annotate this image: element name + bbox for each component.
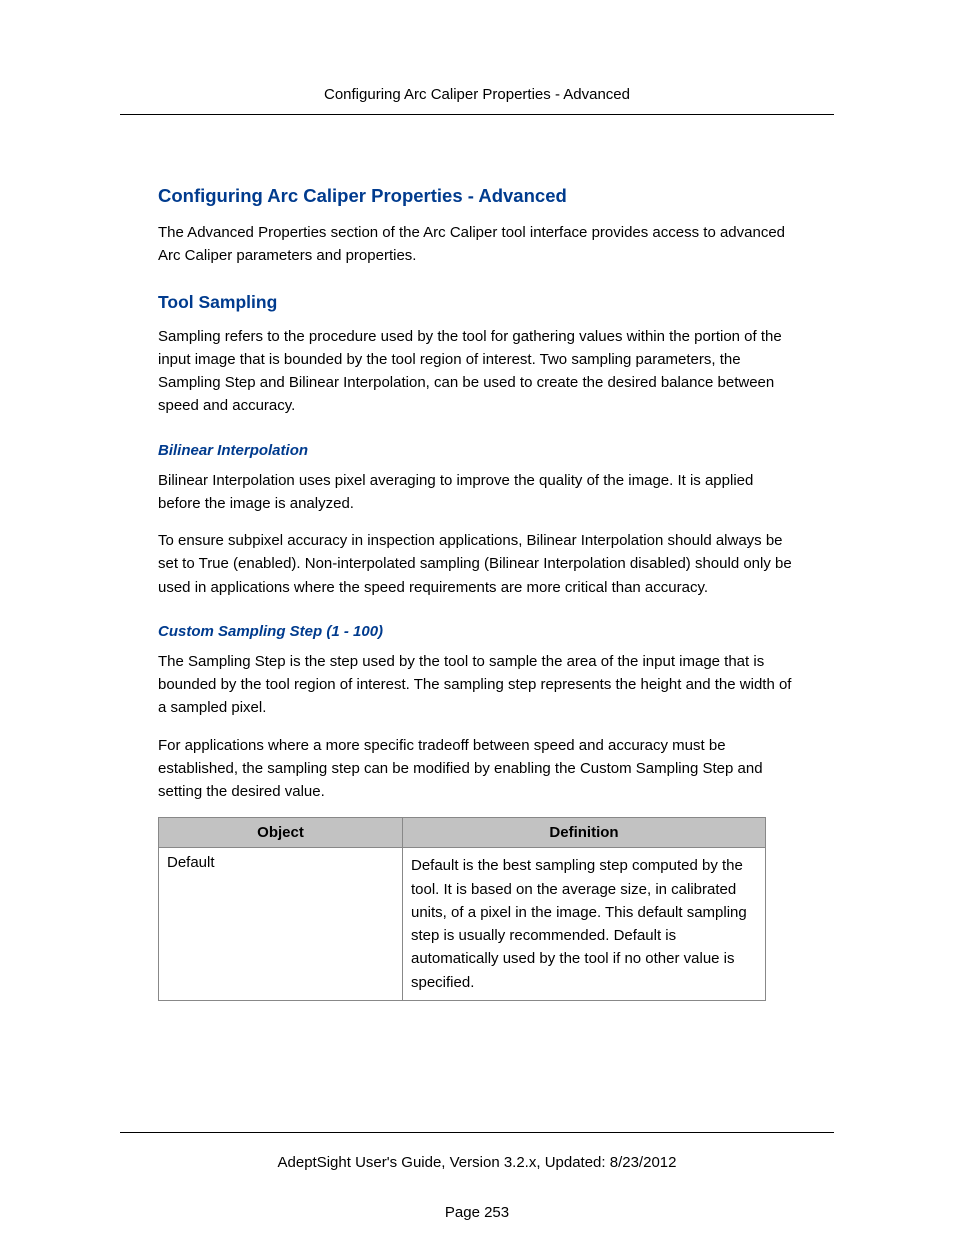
footer-guide-line: AdeptSight User's Guide, Version 3.2.x, …: [120, 1154, 834, 1171]
custom-sampling-paragraph-2: For applications where a more specific t…: [158, 734, 798, 804]
heading-custom-sampling-step: Custom Sampling Step (1 - 100): [158, 623, 798, 640]
heading-bilinear-interpolation: Bilinear Interpolation: [158, 442, 798, 459]
tool-sampling-paragraph: Sampling refers to the procedure used by…: [158, 325, 798, 418]
heading-tool-sampling: Tool Sampling: [158, 292, 798, 313]
footer-rule: [120, 1132, 834, 1133]
table-header-definition: Definition: [403, 818, 766, 848]
custom-sampling-paragraph-1: The Sampling Step is the step used by th…: [158, 650, 798, 720]
heading-1: Configuring Arc Caliper Properties - Adv…: [158, 185, 798, 207]
bilinear-paragraph-1: Bilinear Interpolation uses pixel averag…: [158, 469, 798, 516]
table-row: Default Default is the best sampling ste…: [159, 848, 766, 1001]
table-cell-object: Default: [159, 848, 403, 1001]
footer-page-number: Page 253: [120, 1204, 834, 1221]
intro-paragraph: The Advanced Properties section of the A…: [158, 221, 798, 268]
table-header-object: Object: [159, 818, 403, 848]
page-content: Configuring Arc Caliper Properties - Adv…: [158, 185, 798, 1001]
table-cell-definition: Default is the best sampling step comput…: [403, 848, 766, 1001]
header-rule: [120, 114, 834, 115]
running-header: Configuring Arc Caliper Properties - Adv…: [120, 86, 834, 103]
document-page: Configuring Arc Caliper Properties - Adv…: [0, 0, 954, 1235]
definition-table: Object Definition Default Default is the…: [158, 817, 766, 1001]
table-header-row: Object Definition: [159, 818, 766, 848]
bilinear-paragraph-2: To ensure subpixel accuracy in inspectio…: [158, 529, 798, 599]
